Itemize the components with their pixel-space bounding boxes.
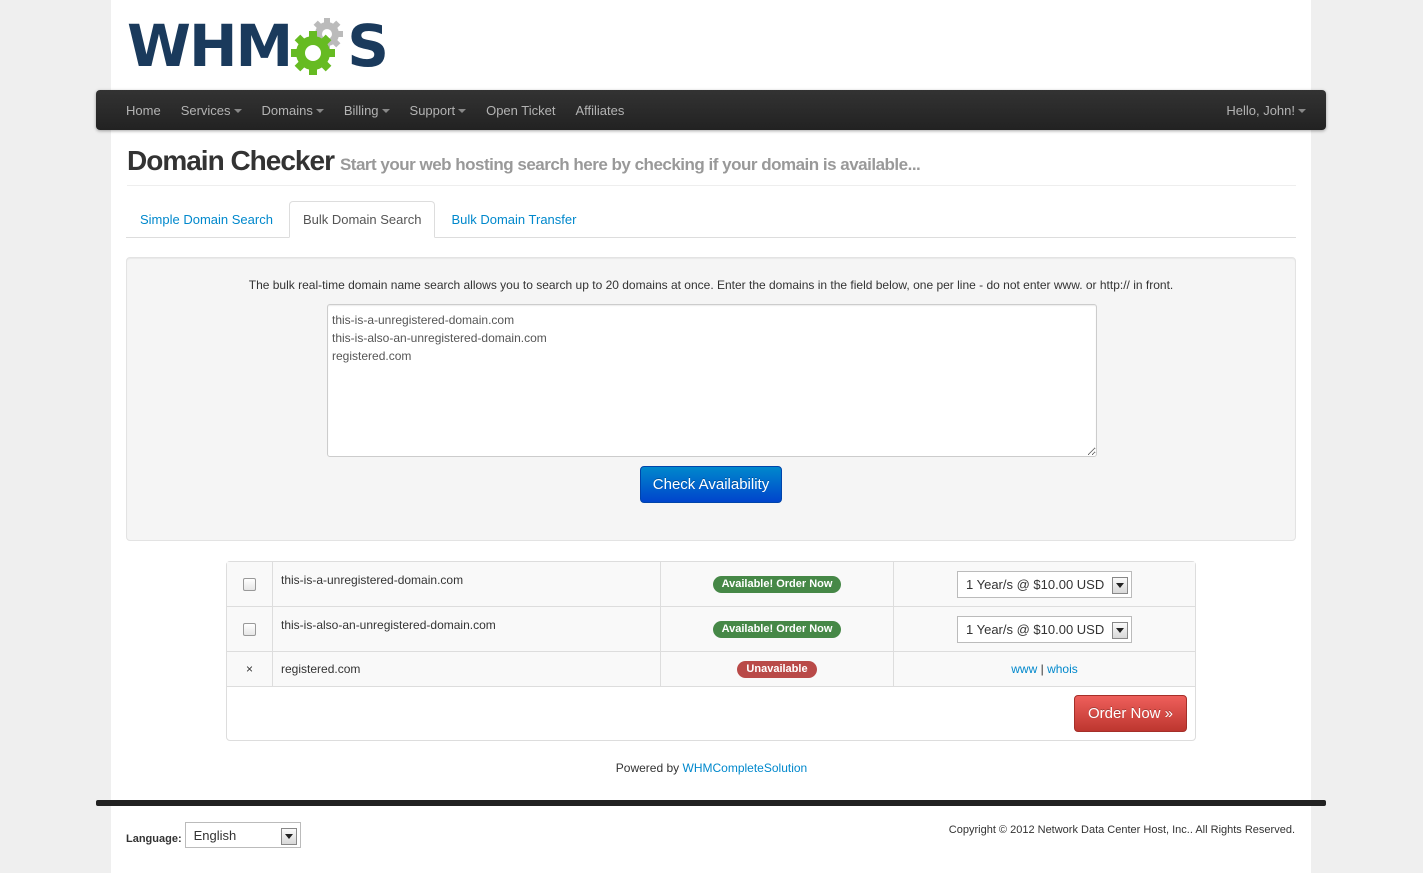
table-row: this-is-also-an-unregistered-domain.com … xyxy=(227,607,1195,652)
footer-divider xyxy=(96,800,1326,806)
caret-down-icon xyxy=(315,109,324,113)
domain-name: registered.com xyxy=(273,652,661,686)
language-select[interactable]: English xyxy=(184,822,301,848)
status-badge: Available! Order Now xyxy=(712,575,842,593)
tab-bulk-domain-search[interactable]: Bulk Domain Search xyxy=(288,201,436,238)
dropdown-arrow-icon xyxy=(1112,576,1128,594)
gear-logo-icon xyxy=(287,16,351,76)
domain-name: this-is-a-unregistered-domain.com xyxy=(273,562,661,606)
domain-select-checkbox[interactable] xyxy=(243,577,256,591)
logo-text-left: WHM xyxy=(127,12,293,80)
page-title: Domain Checker xyxy=(127,145,335,176)
powered-by: Powered by WHMCompleteSolution xyxy=(615,761,808,775)
nav-domains[interactable]: Domains xyxy=(252,90,334,130)
www-link[interactable]: www xyxy=(1011,662,1037,676)
results-table: this-is-a-unregistered-domain.com Availa… xyxy=(226,561,1196,741)
domain-select-checkbox[interactable] xyxy=(243,622,256,636)
status-badge: Available! Order Now xyxy=(712,620,842,638)
nav-home[interactable]: Home xyxy=(116,90,171,130)
bulk-search-instructions: The bulk real-time domain name search al… xyxy=(248,278,1174,292)
whois-link[interactable]: whois xyxy=(1047,662,1078,676)
domain-name: this-is-also-an-unregistered-domain.com xyxy=(273,607,661,651)
whmcs-logo[interactable]: WHM S xyxy=(127,12,389,80)
bulk-domains-textarea[interactable] xyxy=(327,304,1097,457)
nav-affiliates[interactable]: Affiliates xyxy=(565,90,634,130)
language-label: Language: xyxy=(126,833,182,845)
order-now-button[interactable]: Order Now » xyxy=(1074,695,1187,732)
dropdown-arrow-icon xyxy=(1112,621,1128,639)
logo-text-right: S xyxy=(347,12,389,80)
language-selector: Language: English xyxy=(126,822,301,848)
status-badge: Unavailable xyxy=(737,660,817,678)
nav-services[interactable]: Services xyxy=(171,90,252,130)
nav-support[interactable]: Support xyxy=(400,90,477,130)
registration-period-select[interactable]: 1 Year/s @ $10.00 USD xyxy=(957,615,1132,643)
caret-down-icon xyxy=(458,109,467,113)
copyright-text: Copyright © 2012 Network Data Center Hos… xyxy=(948,824,1295,836)
main-navbar: Home Services Domains Billing Support Op… xyxy=(96,90,1326,130)
nav-billing[interactable]: Billing xyxy=(334,90,400,130)
search-tabs: Simple Domain Search Bulk Domain Search … xyxy=(126,201,1296,238)
dropdown-arrow-icon xyxy=(280,828,297,845)
nav-open-ticket[interactable]: Open Ticket xyxy=(476,90,565,130)
bulk-search-panel: The bulk real-time domain name search al… xyxy=(126,257,1296,541)
check-availability-button[interactable]: Check Availability xyxy=(640,466,782,503)
link-separator: | xyxy=(1040,662,1044,676)
table-row: this-is-a-unregistered-domain.com Availa… xyxy=(227,562,1195,607)
registration-period-select[interactable]: 1 Year/s @ $10.00 USD xyxy=(957,570,1132,598)
caret-down-icon xyxy=(1298,109,1306,113)
whmcs-link[interactable]: WHMCompleteSolution xyxy=(683,761,808,775)
tab-simple-domain-search[interactable]: Simple Domain Search xyxy=(126,201,287,237)
tab-bulk-domain-transfer[interactable]: Bulk Domain Transfer xyxy=(437,201,590,237)
nav-user-menu[interactable]: Hello, John! xyxy=(1216,90,1326,130)
caret-down-icon xyxy=(233,109,242,113)
caret-down-icon xyxy=(381,109,390,113)
page-header: Domain Checker Start your web hosting se… xyxy=(127,145,1296,186)
table-row: × registered.com Unavailable www | whois xyxy=(227,652,1195,687)
page-subtitle: Start your web hosting search here by ch… xyxy=(339,155,921,174)
unavailable-x-icon: × xyxy=(245,662,253,676)
